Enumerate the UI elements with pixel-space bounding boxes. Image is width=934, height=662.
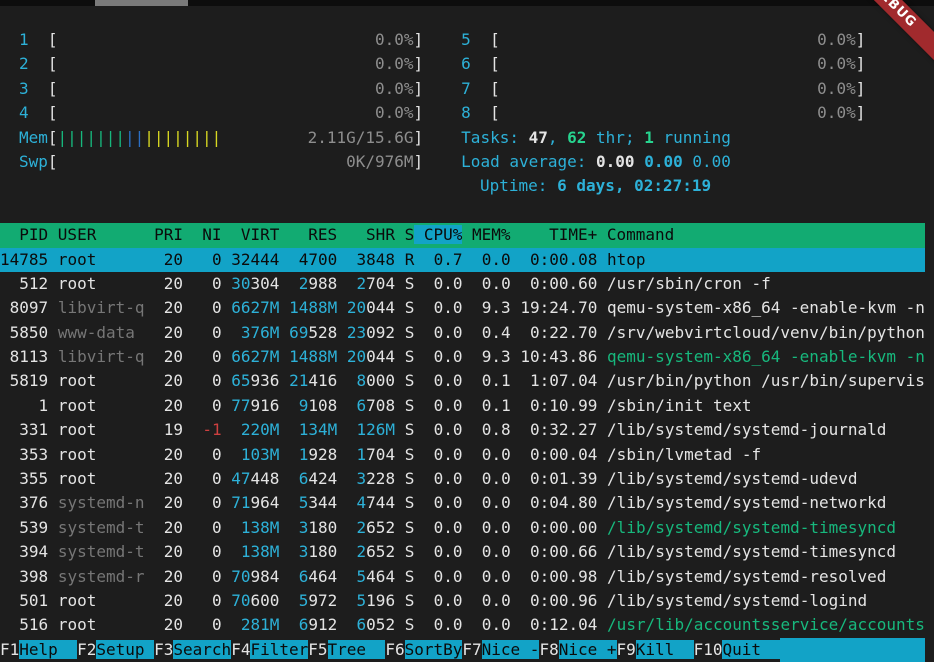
cpu-meter-4: 4 [0.0%]: [19, 101, 423, 125]
cpu-meter-3: 3 [0.0%]: [19, 77, 423, 101]
column-headers-right[interactable]: MEM% TIME+ Command: [462, 225, 674, 244]
htop-terminal: 1 [0.0%] 5 [0.0%] 2 [0.0%] 6 [0.0%] 3 [0.0%]…: [0, 6, 934, 662]
process-row-8113[interactable]: 8113 libvirt-q 20 0 6627M 1488M 20044 S …: [0, 345, 925, 369]
cpu-meter-1: 1 [0.0%]: [19, 28, 423, 52]
process-row-394[interactable]: 394 systemd-t 20 0 138M 3180 2652 S 0.0 …: [0, 540, 925, 564]
fkey-f3[interactable]: F3Search: [154, 638, 231, 662]
process-row-501[interactable]: 501 root 20 0 70600 5972 5196 S 0.0 0.0 …: [0, 589, 925, 613]
process-row-5850[interactable]: 5850 www-data 20 0 376M 69528 23092 S 0.…: [0, 321, 925, 345]
process-row-14785[interactable]: 14785 root 20 0 32444 4700 3848 R 0.7 0.…: [0, 248, 925, 272]
fkey-bar-filler: [780, 638, 925, 662]
cpu-meter-8: 8 [0.0%]: [461, 101, 865, 125]
cpu-meter-8-value: 0.0%: [817, 101, 856, 125]
process-row-353[interactable]: 353 root 20 0 103M 1928 1704 S 0.0 0.0 0…: [0, 443, 925, 467]
column-header-sort-cpu[interactable]: CPU%: [414, 225, 462, 244]
load-average: Load average: 0.00 0.00 0.00: [461, 150, 731, 174]
fkey-f6[interactable]: F6SortBy: [385, 638, 462, 662]
process-row-355[interactable]: 355 root 20 0 47448 6424 3228 S 0.0 0.0 …: [0, 467, 925, 491]
fkey-f8[interactable]: F8Nice +: [539, 638, 616, 662]
memory-meter-value: 2.11G/15.6G: [308, 126, 414, 150]
cpu-meter-6: 6 [0.0%]: [461, 52, 865, 76]
fkey-f5[interactable]: F5Tree: [308, 638, 385, 662]
column-headers-left[interactable]: PID USER PRI NI VIRT RES SHR S: [0, 225, 414, 244]
cpu-meter-6-value: 0.0%: [817, 52, 856, 76]
function-key-bar: F1Help F2Setup F3SearchF4FilterF5Tree F6…: [0, 638, 925, 662]
swap-meter-value: 0K/976M: [346, 150, 413, 174]
process-row-5819[interactable]: 5819 root 20 0 65936 21416 8000 S 0.0 0.…: [0, 369, 925, 393]
cpu-meter-2: 2 [0.0%]: [19, 52, 423, 76]
cpu-meter-4-value: 0.0%: [375, 101, 414, 125]
fkey-f10[interactable]: F10Quit: [694, 638, 781, 662]
process-row-512[interactable]: 512 root 20 0 30304 2988 2704 S 0.0 0.0 …: [0, 272, 925, 296]
meter-area: 1 [0.0%] 5 [0.0%] 2 [0.0%] 6 [0.0%] 3 [0.0%]…: [0, 28, 934, 223]
fkey-f2[interactable]: F2Setup: [77, 638, 154, 662]
process-row-1[interactable]: 1 root 20 0 77916 9108 6708 S 0.0 0.1 0:…: [0, 394, 925, 418]
tasks-summary: Tasks: 47, 62 thr; 1 running: [461, 126, 731, 150]
cpu-meter-7-value: 0.0%: [817, 77, 856, 101]
cpu-meter-5-value: 0.0%: [817, 28, 856, 52]
uptime: Uptime: 6 days, 02:27:19: [480, 174, 711, 198]
fkey-f1[interactable]: F1Help: [0, 638, 77, 662]
fkey-f7[interactable]: F7Nice -: [462, 638, 539, 662]
cpu-meter-2-value: 0.0%: [375, 52, 414, 76]
fkey-f9[interactable]: F9Kill: [617, 638, 694, 662]
process-table: 14785 root 20 0 32444 4700 3848 R 0.7 0.…: [0, 248, 934, 638]
memory-meter-bars: |||||||||||||||||: [58, 126, 222, 150]
process-row-539[interactable]: 539 systemd-t 20 0 138M 3180 2652 S 0.0 …: [0, 516, 925, 540]
cpu-meter-7: 7 [0.0%]: [461, 77, 865, 101]
cpu-meter-1-value: 0.0%: [375, 28, 414, 52]
terminal-window: 1 [0.0%] 5 [0.0%] 2 [0.0%] 6 [0.0%] 3 [0.0%]…: [0, 0, 934, 662]
process-row-516[interactable]: 516 root 20 0 281M 6912 6052 S 0.0 0.0 0…: [0, 613, 925, 637]
cpu-meter-5: 5 [0.0%]: [461, 28, 865, 52]
process-row-331[interactable]: 331 root 19 -1 220M 134M 126M S 0.0 0.8 …: [0, 418, 925, 442]
memory-meter: Mem[|||||||||||||||||2.11G/15.6G]: [19, 126, 423, 150]
cpu-meter-3-value: 0.0%: [375, 77, 414, 101]
table-header-row[interactable]: PID USER PRI NI VIRT RES SHR S CPU% MEM%…: [0, 223, 925, 247]
swap-meter: Swp[0K/976M]: [19, 150, 423, 174]
fkey-f4[interactable]: F4Filter: [231, 638, 308, 662]
process-row-398[interactable]: 398 systemd-r 20 0 70984 6464 5464 S 0.0…: [0, 565, 925, 589]
process-row-376[interactable]: 376 systemd-n 20 0 71964 5344 4744 S 0.0…: [0, 491, 925, 515]
terminal-top-padding: [0, 6, 934, 28]
process-row-8097[interactable]: 8097 libvirt-q 20 0 6627M 1488M 20044 S …: [0, 296, 925, 320]
